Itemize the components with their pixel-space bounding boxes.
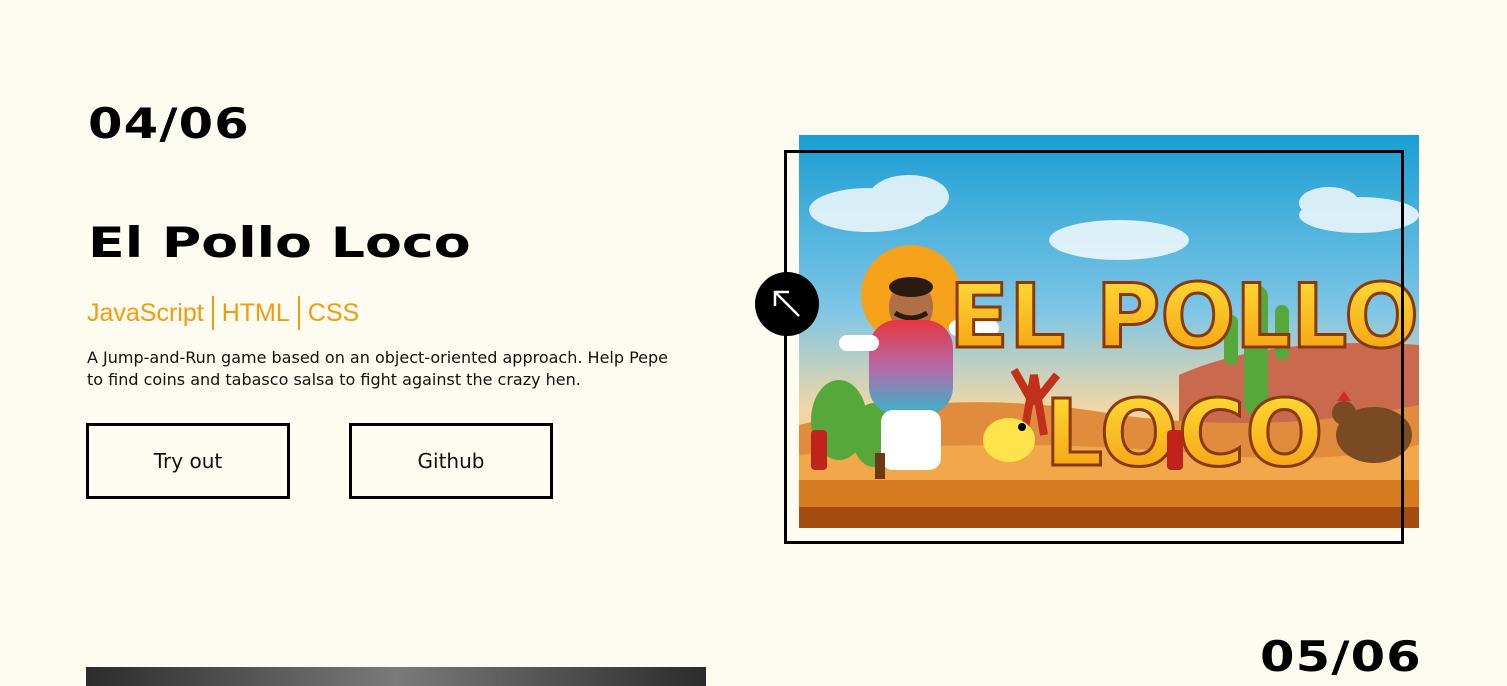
project-screenshot[interactable]: EL POLLO LOCO: [799, 135, 1419, 528]
tag-javascript: JavaScript: [87, 299, 204, 327]
github-button[interactable]: Github: [349, 423, 553, 499]
tag-css: CSS: [307, 299, 360, 327]
tag-html: HTML: [221, 299, 290, 327]
game-illustration: EL POLLO LOCO: [799, 135, 1419, 528]
arrow-up-left-icon: [773, 290, 800, 317]
open-project-button[interactable]: [755, 272, 819, 336]
project-description: A Jump-and-Run game based on an object-o…: [87, 348, 669, 389]
project-counter: 04/06: [88, 99, 250, 148]
project-title: El Pollo Loco: [88, 218, 471, 267]
try-out-button[interactable]: Try out: [86, 423, 290, 499]
portfolio-page: 04/06 El Pollo Loco JavaScript HTML CSS …: [0, 0, 1507, 686]
next-project-counter: 05/06: [1260, 632, 1422, 681]
image-title-line2: LOCO: [1044, 380, 1323, 487]
tech-tags: JavaScript HTML CSS: [87, 296, 367, 330]
next-project-preview[interactable]: [86, 667, 706, 686]
image-title-line1: EL POLLO: [949, 265, 1419, 368]
